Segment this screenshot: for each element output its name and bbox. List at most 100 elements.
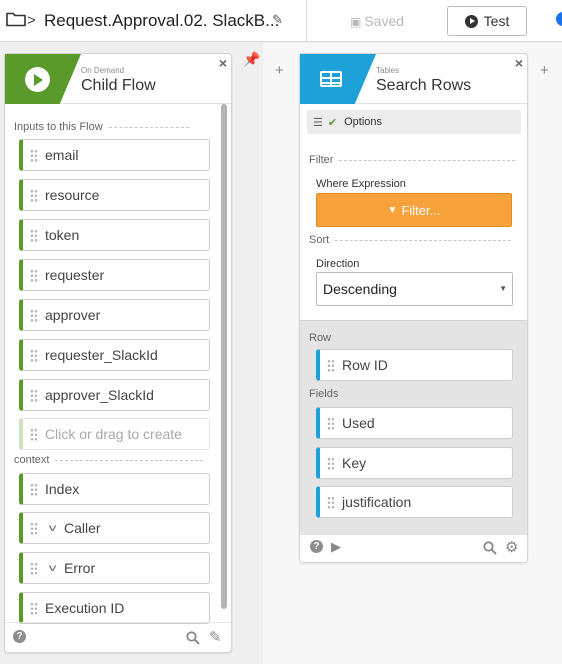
context-field-error[interactable]: v Error bbox=[19, 552, 210, 584]
folder-icon[interactable] bbox=[6, 11, 26, 27]
help-icon[interactable]: ? bbox=[13, 630, 26, 643]
plus-icon[interactable]: + bbox=[540, 62, 549, 79]
direction-select[interactable]: Descending ▼ bbox=[316, 272, 513, 306]
output-field-row[interactable]: justification bbox=[316, 486, 513, 518]
status-dot bbox=[556, 12, 562, 26]
context-section-label: context bbox=[14, 454, 204, 466]
output-field-row[interactable]: Used bbox=[316, 407, 513, 439]
sort-label-text: Sort bbox=[309, 234, 330, 246]
card-subtitle: Tables bbox=[376, 66, 400, 75]
edit-icon[interactable]: ✎ bbox=[209, 628, 222, 646]
pin-icon[interactable]: 📌 bbox=[243, 51, 260, 68]
drag-handle-icon[interactable] bbox=[30, 308, 37, 322]
sliders-icon: ☰ bbox=[313, 116, 323, 129]
divider bbox=[339, 159, 516, 161]
field-label: Index bbox=[45, 481, 80, 497]
search-rows-card[interactable]: Tables Search Rows × ☰ ✔ Options Filter … bbox=[299, 53, 528, 563]
child-flow-card[interactable]: On Demand Child Flow × Inputs to this Fl… bbox=[4, 53, 232, 653]
field-label: approver_SlackId bbox=[45, 387, 154, 403]
divider bbox=[335, 239, 512, 241]
context-label-text: context bbox=[14, 454, 50, 466]
where-expression-label: Where Expression bbox=[316, 178, 406, 190]
table-icon bbox=[320, 71, 342, 87]
close-icon[interactable]: × bbox=[515, 55, 523, 71]
field-label: approver bbox=[45, 307, 101, 323]
play-circle-icon bbox=[464, 14, 478, 28]
output-field-row-id[interactable]: Row ID bbox=[316, 349, 513, 381]
divider bbox=[306, 0, 307, 42]
card-badge bbox=[5, 54, 81, 104]
card-badge bbox=[300, 54, 376, 104]
card-header: On Demand Child Flow × bbox=[5, 54, 231, 104]
drag-handle-icon[interactable] bbox=[30, 188, 37, 202]
card-footer: ? ▶ ⚙ bbox=[300, 532, 527, 562]
drag-handle-icon[interactable] bbox=[327, 358, 334, 372]
direction-value: Descending bbox=[323, 281, 397, 297]
gear-icon[interactable]: ⚙ bbox=[505, 538, 518, 556]
input-field-row[interactable]: approver_SlackId bbox=[19, 379, 210, 411]
fields-section-label: Fields bbox=[309, 388, 339, 400]
drag-handle-icon[interactable] bbox=[327, 495, 334, 509]
drag-handle-icon[interactable] bbox=[30, 148, 37, 162]
play-icon bbox=[25, 67, 50, 92]
check-icon: ✔ bbox=[327, 116, 338, 129]
context-field-execution-id[interactable]: Execution ID bbox=[19, 592, 210, 624]
filter-section-label: Filter bbox=[309, 154, 516, 166]
input-field-row[interactable]: email bbox=[19, 139, 210, 171]
drag-handle-icon bbox=[30, 427, 37, 441]
context-field-index[interactable]: Index bbox=[19, 473, 210, 505]
field-label: requester_SlackId bbox=[45, 347, 158, 363]
field-label: Error bbox=[64, 560, 96, 576]
drag-handle-icon[interactable] bbox=[30, 348, 37, 362]
drag-handle-icon[interactable] bbox=[30, 482, 37, 496]
input-field-row[interactable]: approver bbox=[19, 299, 210, 331]
card-header: Tables Search Rows × bbox=[300, 54, 527, 104]
divider bbox=[108, 126, 189, 128]
card-footer: ? ✎ bbox=[5, 622, 231, 652]
drag-handle-icon[interactable] bbox=[327, 416, 334, 430]
input-field-row[interactable]: requester bbox=[19, 259, 210, 291]
flow-title[interactable]: Request.Approval.02. SlackB... bbox=[44, 11, 279, 31]
options-toggle[interactable]: ☰ ✔ Options bbox=[307, 110, 521, 134]
input-field-row[interactable]: resource bbox=[19, 179, 210, 211]
drag-handle-icon[interactable] bbox=[327, 456, 334, 470]
field-label: justification bbox=[342, 494, 412, 510]
test-button[interactable]: Test bbox=[447, 6, 527, 36]
input-field-row[interactable]: requester_SlackId bbox=[19, 339, 210, 371]
close-icon[interactable]: × bbox=[219, 55, 227, 71]
play-icon[interactable]: ▶ bbox=[331, 539, 341, 555]
saved-indicator: ▣ Saved bbox=[350, 13, 404, 29]
filter-button[interactable]: ▼ Filter... bbox=[316, 193, 512, 227]
card-title: Search Rows bbox=[376, 77, 472, 94]
field-label: Caller bbox=[64, 520, 101, 536]
drag-handle-icon[interactable] bbox=[30, 228, 37, 242]
search-icon[interactable] bbox=[186, 631, 200, 645]
drag-handle-icon[interactable] bbox=[30, 268, 37, 282]
inputs-label-text: Inputs to this Flow bbox=[14, 121, 103, 133]
plus-icon[interactable]: + bbox=[275, 62, 284, 79]
context-field-caller[interactable]: v Caller bbox=[19, 512, 210, 544]
chevron-down-icon[interactable]: v bbox=[49, 523, 57, 534]
field-label: email bbox=[45, 147, 79, 163]
direction-label: Direction bbox=[316, 258, 360, 270]
field-label: Used bbox=[342, 415, 375, 431]
drag-handle-icon[interactable] bbox=[30, 561, 37, 575]
search-icon[interactable] bbox=[483, 541, 497, 555]
chevron-down-icon[interactable]: v bbox=[49, 563, 57, 574]
help-icon[interactable]: ? bbox=[310, 540, 323, 553]
drag-handle-icon[interactable] bbox=[30, 388, 37, 402]
drag-handle-icon[interactable] bbox=[30, 521, 37, 535]
saved-label: Saved bbox=[364, 13, 405, 29]
field-label: token bbox=[45, 227, 80, 243]
chevron-down-icon: ▼ bbox=[499, 284, 507, 293]
scrollbar-thumb[interactable] bbox=[221, 104, 227, 609]
test-button-label: Test bbox=[483, 13, 510, 29]
top-bar: > Request.Approval.02. SlackB... ✎ ▣ Save… bbox=[0, 0, 562, 42]
create-input-placeholder[interactable]: Click or drag to create bbox=[19, 418, 210, 450]
drag-handle-icon[interactable] bbox=[30, 601, 37, 615]
field-label: Key bbox=[342, 455, 367, 471]
output-field-row[interactable]: Key bbox=[316, 447, 513, 479]
input-field-row[interactable]: token bbox=[19, 219, 210, 251]
pencil-icon[interactable]: ✎ bbox=[272, 12, 283, 28]
filter-label-text: Filter bbox=[309, 154, 334, 166]
